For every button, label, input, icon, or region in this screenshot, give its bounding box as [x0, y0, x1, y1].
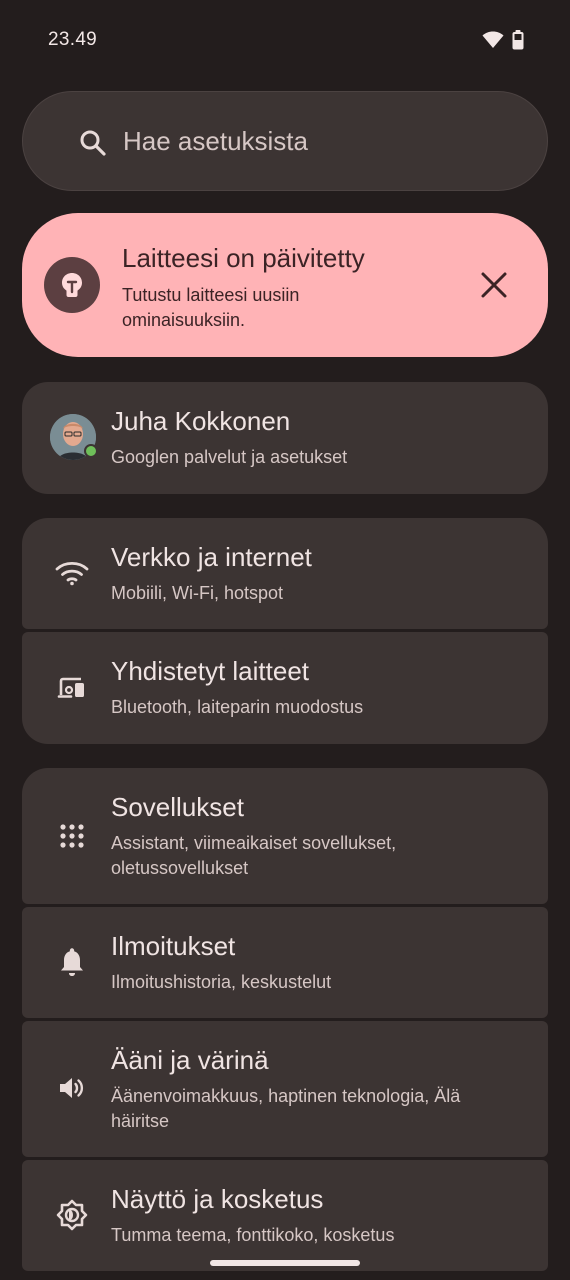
- account-name: Juha Kokkonen: [111, 406, 291, 436]
- apps-grid-icon: [52, 816, 92, 856]
- status-dot-icon: [84, 444, 98, 458]
- wifi-icon: [52, 553, 92, 593]
- wifi-status-icon: [482, 31, 504, 48]
- account-subtitle: Googlen palvelut ja asetukset: [111, 447, 348, 467]
- settings-item-subtitle: Assistant, viimeaikaiset sovellukset, ol…: [111, 833, 397, 878]
- close-icon[interactable]: [480, 271, 508, 299]
- settings-item-notifications[interactable]: Ilmoitukset Ilmoitushistoria, keskustelu…: [22, 907, 548, 1018]
- speaker-icon: [52, 1068, 92, 1108]
- bell-icon: [52, 942, 92, 982]
- settings-item-subtitle: Tumma teema, fonttikoko, kosketus: [111, 1225, 395, 1245]
- settings-item-title: Yhdistetyt laitteet: [111, 656, 309, 686]
- connected-devices-icon: [52, 668, 92, 708]
- battery-icon: [512, 30, 524, 50]
- settings-item-title: Verkko ja internet: [111, 542, 312, 572]
- settings-item-title: Näyttö ja kosketus: [111, 1184, 324, 1214]
- status-icons: [482, 30, 524, 50]
- status-bar: 23.49: [0, 0, 570, 80]
- settings-item-subtitle: Bluetooth, laiteparin muodostus: [111, 697, 364, 717]
- display-brightness-icon: [52, 1195, 92, 1235]
- gesture-nav-handle[interactable]: [210, 1260, 360, 1266]
- settings-item-subtitle: Äänenvoimakkuus, haptinen teknologia, Äl…: [111, 1086, 461, 1131]
- lightbulb-icon: [62, 273, 82, 297]
- lightbulb-badge: [44, 257, 100, 313]
- settings-item-subtitle: Ilmoitushistoria, keskustelut: [111, 972, 332, 992]
- account-card[interactable]: Juha Kokkonen Googlen palvelut ja asetuk…: [22, 382, 548, 494]
- settings-item-title: Ilmoitukset: [111, 931, 236, 961]
- banner-subtitle: Tutustu laitteesi uusiin ominaisuuksiin.: [122, 285, 300, 330]
- banner-title: Laitteesi on päivitetty: [122, 243, 365, 273]
- settings-item-connected-devices[interactable]: Yhdistetyt laitteet Bluetooth, laitepari…: [22, 632, 548, 744]
- settings-item-subtitle: Mobiili, Wi-Fi, hotspot: [111, 583, 284, 603]
- update-banner[interactable]: Laitteesi on päivitetty Tutustu laittees…: [22, 213, 548, 357]
- settings-item-title: Ääni ja värinä: [111, 1045, 269, 1075]
- status-time: 23.49: [48, 29, 98, 50]
- settings-item-display[interactable]: Näyttö ja kosketus Tumma teema, fonttiko…: [22, 1160, 548, 1271]
- search-input[interactable]: Hae asetuksista: [123, 126, 308, 157]
- settings-item-network[interactable]: Verkko ja internet Mobiili, Wi-Fi, hotsp…: [22, 518, 548, 629]
- search-bar[interactable]: Hae asetuksista: [22, 91, 548, 191]
- settings-item-title: Sovellukset: [111, 792, 244, 822]
- settings-item-sound[interactable]: Ääni ja värinä Äänenvoimakkuus, haptinen…: [22, 1021, 548, 1157]
- search-icon: [80, 130, 106, 156]
- settings-item-apps[interactable]: Sovellukset Assistant, viimeaikaiset sov…: [22, 768, 548, 904]
